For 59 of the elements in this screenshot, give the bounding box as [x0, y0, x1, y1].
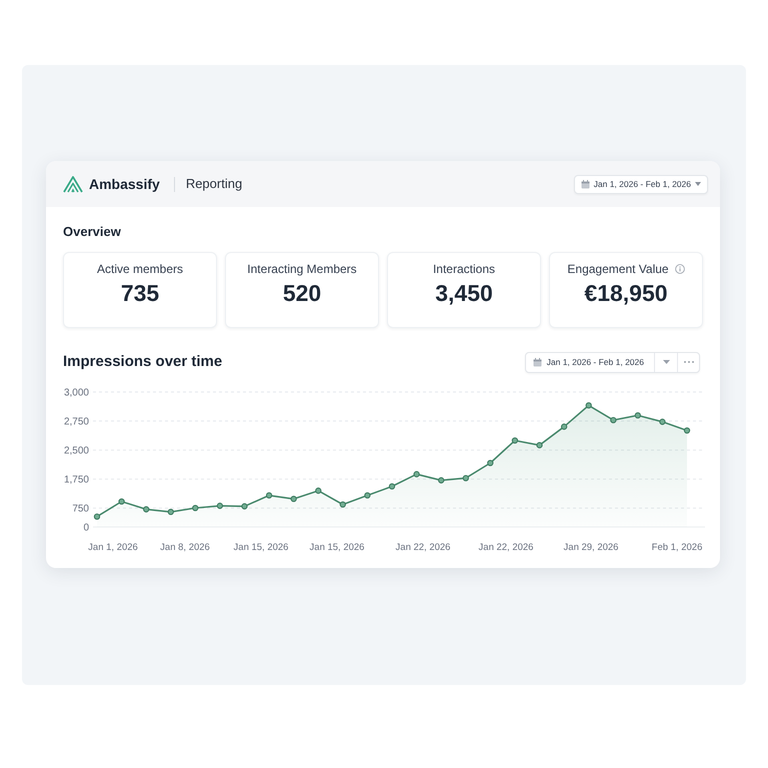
- stat-label: Active members: [96, 261, 184, 277]
- y-axis-label: 2,750: [64, 416, 89, 428]
- stat-label: Interacting Members: [247, 261, 357, 277]
- y-axis-label: 3,000: [64, 388, 89, 398]
- data-point: [388, 483, 396, 490]
- data-point: [340, 501, 346, 508]
- data-point: [364, 492, 371, 499]
- caret-icon: [662, 360, 670, 364]
- info-icon[interactable]: [674, 264, 685, 274]
- data-point: [216, 502, 224, 509]
- x-axis-label: Jan 22, 2026: [478, 542, 534, 553]
- data-point: [143, 506, 150, 512]
- date-range-button[interactable]: Jan 1, 2026 - Feb 1, 2026: [574, 174, 708, 194]
- data-point: [512, 437, 518, 444]
- stat-value: 735: [120, 279, 160, 307]
- stat-value: €18,950: [584, 279, 668, 307]
- section-heading: Overview: [63, 224, 122, 240]
- logo-icon: [63, 176, 83, 192]
- x-axis-label: Jan 8, 2026: [160, 542, 210, 553]
- data-point: [536, 442, 543, 448]
- data-point: [487, 460, 494, 466]
- brand-name: Ambassify: [89, 175, 160, 193]
- x-axis-label: Jan 15, 2026: [234, 542, 288, 553]
- data-point: [118, 498, 125, 505]
- chart-title: Impressions over time: [63, 352, 222, 372]
- y-axis-label: 0: [83, 522, 89, 534]
- calendar-icon: [580, 180, 590, 188]
- data-point: [586, 402, 592, 409]
- x-axis-label: Feb 1, 2026: [652, 542, 702, 553]
- stat-label: Interactions: [432, 261, 496, 277]
- data-point: [168, 508, 174, 516]
- data-point: [413, 471, 420, 478]
- x-axis-label: Jan 29, 2026: [564, 542, 618, 553]
- y-axis-label: 750: [72, 504, 89, 515]
- data-point: [315, 488, 322, 494]
- y-axis-label: 2,500: [64, 446, 89, 457]
- data-point: [266, 492, 272, 499]
- y-axis-label: 1,750: [64, 474, 89, 486]
- data-point: [684, 427, 690, 434]
- stat-label: Engagement Value: [567, 261, 669, 277]
- data-point: [462, 474, 469, 482]
- x-axis-label: Jan 1, 2026: [88, 542, 138, 553]
- data-point: [634, 412, 641, 419]
- data-point: [290, 496, 297, 502]
- date-range-button[interactable]: Jan 1, 2026 - Feb 1, 2026: [526, 352, 654, 372]
- calendar-icon: [532, 358, 542, 366]
- data-point: [438, 477, 444, 484]
- caret-icon: [695, 182, 701, 186]
- data-point: [659, 418, 666, 425]
- data-point: [241, 503, 248, 510]
- stat-value: 520: [282, 279, 322, 307]
- data-point: [94, 513, 100, 520]
- section-title: Reporting: [186, 175, 242, 193]
- data-point: [560, 424, 568, 430]
- data-point: [610, 416, 616, 424]
- x-axis-label: Jan 22, 2026: [396, 542, 450, 553]
- stat-value: 3,450: [435, 279, 493, 307]
- data-point: [192, 504, 198, 512]
- x-axis-label: Jan 15, 2026: [310, 542, 364, 553]
